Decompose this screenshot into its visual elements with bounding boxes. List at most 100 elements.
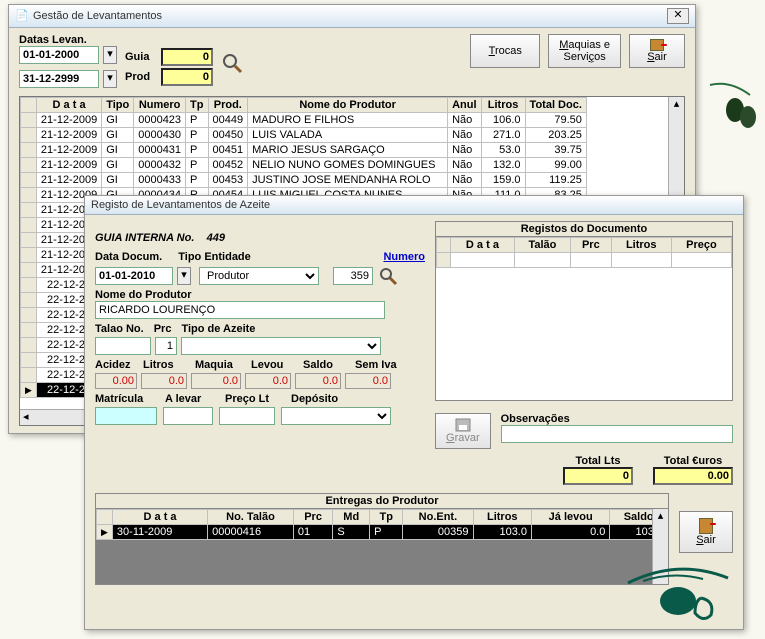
nome-produtor-label: Nome do Produtor [95,289,425,301]
trocas-button[interactable]: TTrocasrocas [470,34,540,68]
col-header[interactable]: Tp [186,98,208,113]
maquia-field [191,373,241,389]
precolt-input[interactable] [219,407,275,425]
litros-field [141,373,187,389]
data-docum-input[interactable] [95,267,173,285]
dropdown-icon[interactable]: ▾ [103,70,117,88]
save-icon [455,418,471,432]
registos-documento-table[interactable]: D a t aTalãoPrcLitrosPreço [436,237,732,268]
total-lts-field [563,467,633,485]
col-header[interactable]: Total Doc. [525,98,586,113]
app-icon: 📄 [15,9,29,23]
deposito-label: Depósito [291,393,338,405]
col-header[interactable]: Anul [448,98,481,113]
guia-number: 449 [207,232,225,244]
table-row-selected[interactable]: 30-11-20090000041601SP00359103.00.0103.0 [97,525,668,540]
acidez-field [95,373,137,389]
close-button[interactable]: ✕ [667,8,689,24]
col-header[interactable]: D a t a [112,510,207,525]
window1-title: Gestão de Levantamentos [33,10,663,22]
col-header[interactable]: Tp [370,510,403,525]
observacoes-label: Observações [501,413,733,425]
olive-decoration [700,75,760,145]
date-to-input[interactable] [19,70,99,88]
col-header[interactable]: D a t a [451,238,515,253]
table-row[interactable]: 21-12-2009GI0000423P00449MADURO E FILHOS… [21,113,587,128]
col-header[interactable]: Prc [293,510,333,525]
deposito-select[interactable] [281,407,391,425]
nome-produtor-input[interactable] [95,301,385,319]
observacoes-input[interactable] [501,425,733,443]
sair-button[interactable]: Sair [629,34,685,68]
sair-button[interactable]: Sair [679,511,733,553]
guia-input[interactable] [161,48,213,66]
col-header[interactable]: Nome do Produtor [248,98,448,113]
col-header[interactable]: No. Talão [208,510,294,525]
col-header[interactable]: Prod. [208,98,248,113]
talao-no-label: Talao No. [95,323,144,335]
table-row[interactable]: 21-12-2009GI0000431P00451MARIO JESUS SAR… [21,143,587,158]
exit-icon [699,518,713,534]
dropdown-icon[interactable]: ▾ [177,267,191,285]
alevar-label: A levar [165,393,225,405]
registos-documento-panel: Registos do Documento D a t aTalãoPrcLit… [435,221,733,401]
exit-icon [650,39,664,51]
precolt-label: Preço Lt [225,393,291,405]
col-header[interactable]: Numero [134,98,186,113]
olive-logo [623,553,733,623]
prod-input[interactable] [161,68,213,86]
data-docum-label: Data Docum. [95,251,162,263]
col-header[interactable]: D a t a [36,98,101,113]
entregas-produtor-panel: Entregas do Produtor D a t aNo. TalãoPrc… [95,493,669,585]
entregas-produtor-title: Entregas do Produtor [96,494,668,509]
date-from-input[interactable] [19,46,99,64]
col-header[interactable]: Talão [514,238,570,253]
window-registo-levantamentos: Registo de Levantamentos de Azeite GUIA … [84,195,744,630]
col-header[interactable]: Litros [481,98,525,113]
col-header[interactable]: Litros [611,238,671,253]
registos-documento-title: Registos do Documento [436,222,732,237]
alevar-input[interactable] [163,407,213,425]
table-row[interactable]: 21-12-2009GI0000433P00453JUSTINO JOSE ME… [21,173,587,188]
tipo-azeite-label: Tipo de Azeite [181,323,255,335]
levou-field [245,373,291,389]
matricula-input[interactable] [95,407,157,425]
semiva-field [345,373,391,389]
col-header[interactable]: Litros [473,510,531,525]
prc-label: Prc [154,323,172,335]
datas-levan-label: Datas Levan. [19,34,117,46]
col-header[interactable]: Tipo [102,98,134,113]
prc-input[interactable] [155,337,177,355]
acidez-label: Acidez [95,359,143,371]
gravar-button[interactable]: Gravar [435,413,491,449]
saldo-field [295,373,341,389]
col-header[interactable]: Prc [571,238,612,253]
prod-label: Prod [125,71,157,83]
col-header[interactable]: Md [333,510,370,525]
search-icon[interactable] [221,52,243,74]
tipo-entidade-select[interactable]: Produtor [199,267,319,285]
tipo-azeite-select[interactable] [181,337,381,355]
entregas-table[interactable]: D a t aNo. TalãoPrcMdTpNo.Ent.LitrosJá l… [96,509,668,540]
tipo-entidade-label: Tipo Entidade [178,251,251,263]
guia-title: GUIA INTERNA No. [95,232,194,244]
guia-label: Guia [125,51,157,63]
total-lts-label: Total Lts [563,455,633,467]
col-header[interactable]: Já levou [531,510,609,525]
litros-label: Litros [143,359,195,371]
matricula-label: Matrícula [95,393,165,405]
numero-label[interactable]: Numero [383,251,425,263]
dropdown-icon[interactable]: ▾ [103,46,117,64]
saldo-label: Saldo [303,359,355,371]
table-row[interactable]: 21-12-2009GI0000432P00452NELIO NUNO GOME… [21,158,587,173]
total-euros-field [653,467,733,485]
col-header[interactable]: Preço [671,238,731,253]
table-row[interactable]: 21-12-2009GI0000430P00450LUIS VALADANão2… [21,128,587,143]
numero-input[interactable] [333,267,373,285]
semiva-label: Sem Iva [355,359,397,371]
col-header[interactable]: No.Ent. [403,510,473,525]
window2-title: Registo de Levantamentos de Azeite [91,199,737,211]
talao-no-input[interactable] [95,337,151,355]
search-icon[interactable] [377,265,399,287]
maquias-button[interactable]: Maquias eServiços [548,34,621,68]
